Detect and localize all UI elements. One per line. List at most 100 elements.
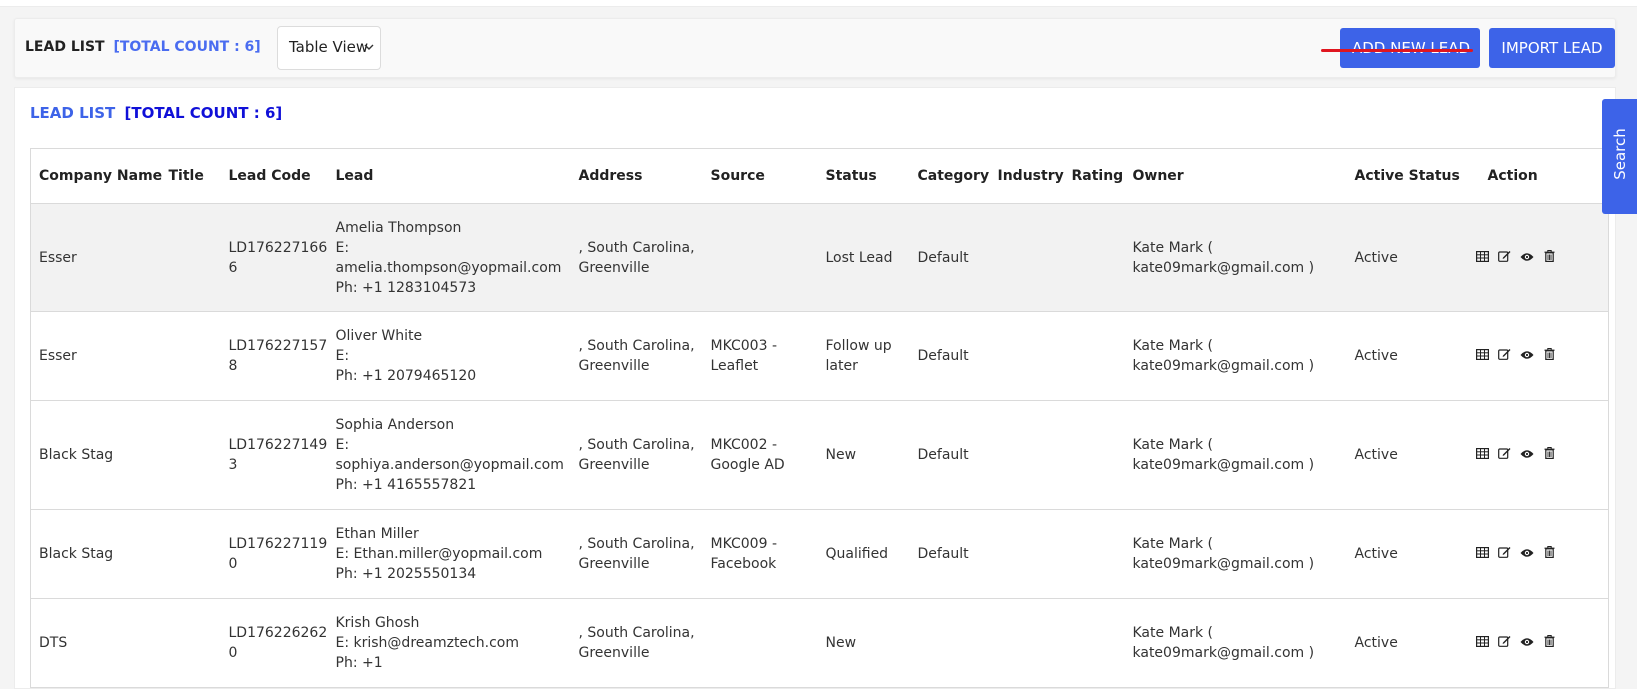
panel-title: LEAD LIST [TOTAL COUNT : 6] bbox=[30, 104, 282, 122]
eye-icon[interactable] bbox=[1520, 449, 1534, 459]
edit-icon[interactable] bbox=[1498, 635, 1511, 647]
cell-status: Lost Lead bbox=[817, 203, 910, 312]
cell-rating bbox=[1063, 311, 1125, 401]
cell-industry bbox=[989, 203, 1064, 312]
table-row[interactable]: Black Stag LD1762271493 Sophia Anderson … bbox=[30, 400, 1609, 510]
col-source[interactable]: Source bbox=[702, 148, 818, 204]
cell-status: Follow up later bbox=[817, 311, 910, 401]
cell-lead: Ethan Miller E: Ethan.miller@yopmail.com… bbox=[327, 509, 571, 599]
add-new-lead-button[interactable]: ADD NEW LEAD bbox=[1340, 28, 1480, 68]
cell-source bbox=[702, 598, 818, 688]
cell-action bbox=[1467, 400, 1609, 510]
cell-owner: Kate Mark ( kate09mark@gmail.com ) bbox=[1124, 509, 1347, 599]
cell-source: MKC002 - Google AD bbox=[702, 400, 818, 510]
table-row[interactable]: Esser LD1762271666 Amelia Thompson E: am… bbox=[30, 203, 1609, 312]
cell-action bbox=[1467, 311, 1609, 401]
lead-name: Amelia Thompson bbox=[335, 219, 462, 236]
lead-phone: Ph: +1 4165557821 bbox=[335, 477, 477, 493]
cell-industry bbox=[989, 400, 1064, 510]
cell-lead: Oliver White E: Ph: +1 2079465120 bbox=[327, 311, 571, 401]
table-icon[interactable] bbox=[1475, 547, 1489, 558]
lead-phone: Ph: +1 1283104573 bbox=[335, 279, 477, 296]
cell-status: New bbox=[817, 400, 910, 510]
cell-active-status: Active bbox=[1346, 400, 1468, 510]
trash-icon[interactable] bbox=[1544, 635, 1555, 647]
cell-category: Default bbox=[909, 509, 990, 599]
view-select-value: Table View bbox=[289, 38, 369, 56]
col-company-name[interactable]: Company Name bbox=[30, 148, 162, 204]
table-row[interactable]: Esser LD1762271578 Oliver White E: Ph: +… bbox=[30, 311, 1609, 401]
col-category[interactable]: Category bbox=[909, 148, 990, 204]
edit-icon[interactable] bbox=[1498, 250, 1511, 262]
col-active-status[interactable]: Active Status bbox=[1346, 148, 1468, 204]
cell-address: , South Carolina, Greenville bbox=[570, 203, 703, 312]
col-industry[interactable]: Industry bbox=[989, 148, 1064, 204]
header-title-text: LEAD LIST bbox=[25, 39, 105, 55]
leads-table: Company Name Title Lead Code Lead Addres… bbox=[30, 148, 1609, 688]
table-header-row: Company Name Title Lead Code Lead Addres… bbox=[30, 148, 1609, 204]
eye-icon[interactable] bbox=[1520, 548, 1534, 558]
table-icon[interactable] bbox=[1475, 349, 1489, 360]
cell-source: MKC009 - Facebook bbox=[702, 509, 818, 599]
cell-action bbox=[1467, 598, 1609, 688]
cell-source bbox=[702, 203, 818, 312]
search-side-tab[interactable]: Search bbox=[1602, 99, 1637, 214]
cell-category: Default bbox=[909, 311, 990, 401]
col-owner[interactable]: Owner bbox=[1124, 148, 1347, 204]
cell-address: , South Carolina, Greenville bbox=[570, 509, 703, 599]
eye-icon[interactable] bbox=[1520, 350, 1534, 360]
col-title[interactable]: Title bbox=[160, 148, 221, 204]
col-status[interactable]: Status bbox=[817, 148, 910, 204]
edit-icon[interactable] bbox=[1498, 348, 1511, 360]
col-address[interactable]: Address bbox=[570, 148, 703, 204]
top-strip bbox=[0, 0, 1637, 7]
lead-name: Oliver White bbox=[335, 328, 423, 344]
edit-icon[interactable] bbox=[1498, 546, 1511, 558]
lead-name: Ethan Miller bbox=[335, 526, 419, 542]
header-title: LEAD LIST [TOTAL COUNT : 6] bbox=[25, 39, 261, 55]
cell-lead-code: LD1762271578 bbox=[220, 311, 328, 401]
table-icon[interactable] bbox=[1475, 250, 1489, 262]
lead-email: E: Ethan.miller@yopmail.com bbox=[335, 546, 543, 562]
cell-category: Default bbox=[909, 400, 990, 510]
cell-active-status: Active bbox=[1346, 598, 1468, 688]
header-total-count: [TOTAL COUNT : 6] bbox=[113, 39, 261, 55]
panel-title-text: LEAD LIST bbox=[30, 104, 116, 122]
cell-lead-code: LD1762271190 bbox=[220, 509, 328, 599]
trash-icon[interactable] bbox=[1544, 546, 1555, 558]
eye-icon[interactable] bbox=[1520, 252, 1534, 262]
import-lead-button[interactable]: IMPORT LEAD bbox=[1489, 28, 1615, 68]
lead-name: Krish Ghosh bbox=[335, 615, 420, 631]
table-icon[interactable] bbox=[1475, 448, 1489, 459]
cell-owner: Kate Mark ( kate09mark@gmail.com ) bbox=[1124, 311, 1347, 401]
cell-source: MKC003 - Leaflet bbox=[702, 311, 818, 401]
trash-icon[interactable] bbox=[1544, 348, 1555, 360]
col-lead-code[interactable]: Lead Code bbox=[220, 148, 328, 204]
edit-icon[interactable] bbox=[1498, 447, 1511, 459]
trash-icon[interactable] bbox=[1544, 249, 1555, 262]
cell-company: Esser bbox=[30, 311, 161, 401]
lead-name: Sophia Anderson bbox=[335, 417, 455, 433]
cell-lead: Sophia Anderson E: sophiya.anderson@yopm… bbox=[327, 400, 571, 510]
table-icon[interactable] bbox=[1475, 636, 1489, 647]
lead-email: E: sophiya.anderson@yopmail.com bbox=[335, 437, 564, 473]
cell-owner: Kate Mark ( kate09mark@gmail.com ) bbox=[1124, 203, 1347, 312]
cell-title bbox=[160, 203, 221, 312]
table-row[interactable]: DTS LD1762262620 Krish Ghosh E: krish@dr… bbox=[30, 598, 1609, 688]
cell-company: Black Stag bbox=[30, 400, 161, 510]
lead-phone: Ph: +1 2025550134 bbox=[335, 566, 477, 582]
col-rating[interactable]: Rating bbox=[1063, 148, 1125, 204]
cell-active-status: Active bbox=[1346, 509, 1468, 599]
table-row[interactable]: Black Stag LD1762271190 Ethan Miller E: … bbox=[30, 509, 1609, 599]
cell-lead-code: LD1762262620 bbox=[220, 598, 328, 688]
eye-icon[interactable] bbox=[1520, 637, 1534, 647]
cell-address: , South Carolina, Greenville bbox=[570, 311, 703, 401]
view-select[interactable]: Table View bbox=[277, 26, 381, 70]
cell-action bbox=[1467, 509, 1609, 599]
col-lead[interactable]: Lead bbox=[327, 148, 571, 204]
active-underline bbox=[1321, 49, 1473, 52]
trash-icon[interactable] bbox=[1544, 447, 1555, 459]
header-bar: LEAD LIST [TOTAL COUNT : 6] Table View A… bbox=[14, 18, 1616, 78]
cell-owner: Kate Mark ( kate09mark@gmail.com ) bbox=[1124, 598, 1347, 688]
lead-phone: Ph: +1 2079465120 bbox=[335, 368, 477, 384]
